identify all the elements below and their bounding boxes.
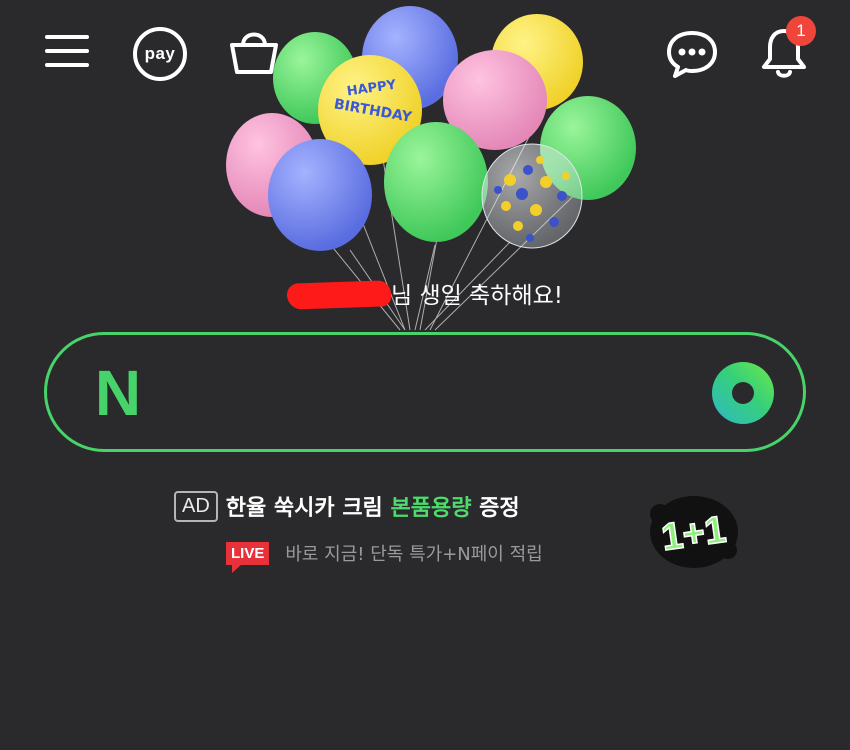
redacted-username [286,280,392,310]
search-bar[interactable]: N [44,332,806,452]
pay-label: pay [144,44,176,63]
talk-button[interactable] [660,24,724,84]
ad-title: 한율 쑥시카 크림 본품용량 증정 [226,490,520,522]
search-input[interactable] [177,365,701,421]
ad-title-before: 한율 쑥시카 크림 [225,496,391,521]
ad-subline[interactable]: LIVE 바로 지금! 단독 특가+N페이 적립 [226,540,543,573]
promo-badge-text: 1+1 [659,509,729,560]
green-lens-icon[interactable] [712,362,774,424]
chat-bubble-icon [667,31,717,78]
pay-icon: pay [133,27,187,81]
one-plus-one-badge[interactable]: 1+1 [646,492,742,572]
ad-subtitle: 바로 지금! 단독 특가+N페이 적립 [285,544,543,565]
logo-letter: N [95,361,141,423]
ad-title-after: 증정 [471,496,520,521]
naver-n-logo[interactable]: N [89,361,147,423]
menu-button[interactable] [40,24,94,78]
notification-button[interactable]: 1 [752,16,816,84]
birthday-greeting: 님 생일 축하해요! [0,276,850,310]
notification-badge: 1 [786,16,816,46]
greeting-text: 님 생일 축하해요! [391,283,563,309]
hamburger-menu-icon [45,35,89,67]
ad-title-highlight: 본품용량 [390,496,472,521]
ad-headline[interactable]: AD 한율 쑥시카 크림 본품용량 증정 [174,488,520,524]
ad-label: AD [174,490,218,522]
pay-button[interactable]: pay [128,22,192,86]
live-badge: LIVE [226,541,270,573]
